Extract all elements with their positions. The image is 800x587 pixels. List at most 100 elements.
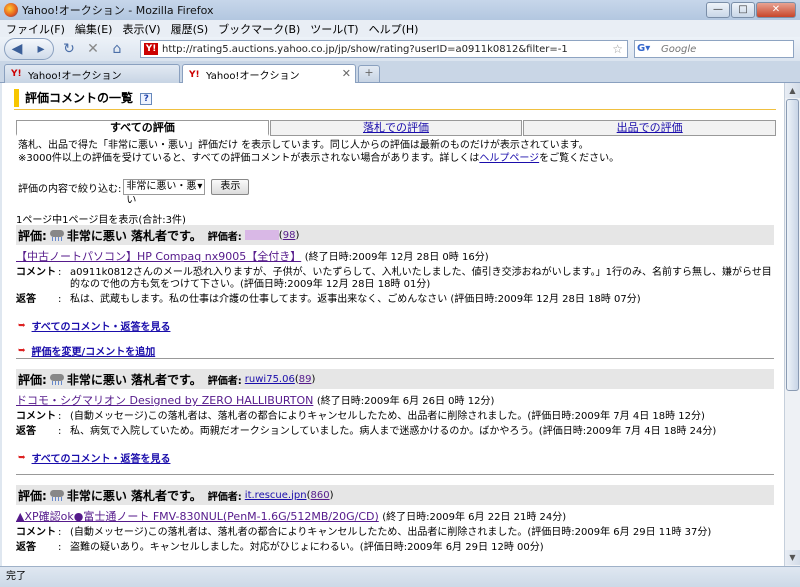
filter-row: 評価の内容で絞り込む: 非常に悪い・悪い 表示 xyxy=(18,179,250,206)
show-button[interactable]: 表示 xyxy=(211,179,250,195)
entry-divider xyxy=(16,358,774,359)
tab-seller-ratings[interactable]: 出品での評価 xyxy=(523,120,777,136)
tab-close-icon[interactable]: ✕ xyxy=(342,67,351,80)
comment-row: コメント: a0911k0812さんのメール恐れ入りますが、子供が、いたずらして… xyxy=(16,267,774,291)
notice-line-1: 落札、出品で得た「非常に悪い・悪い」評価だけ を表示しています。同じ人からの評価… xyxy=(18,140,589,151)
red-arrow-icon: ➥ xyxy=(18,452,26,463)
entry-header: 評価: 非常に悪い 落札者です。 評価者: it.rescue.jpn (860… xyxy=(16,485,774,505)
item-link[interactable]: 【中古ノートパソコン】HP Compaq nx9005【全付き】 xyxy=(16,250,301,263)
tab-label: Yahoo!オークション xyxy=(206,71,300,82)
bidder-link[interactable]: it.rescue.jpn xyxy=(245,490,307,501)
entry-header: 評価: 非常に悪い 落札者です。 評価者: (98) xyxy=(16,225,774,245)
bidder-count-link[interactable]: 860 xyxy=(310,490,329,501)
help-icon[interactable]: ? xyxy=(140,92,153,105)
google-search-icon[interactable]: G▾ xyxy=(637,43,651,55)
menu-tools[interactable]: ツール(T) xyxy=(310,21,358,37)
notice-text: 落札、出品で得た「非常に悪い・悪い」評価だけ を表示しています。同じ人からの評価… xyxy=(18,139,778,165)
rating-filter-tabs: すべての評価 落札での評価 出品での評価 xyxy=(16,120,777,136)
reply-text: 私、病気で入院していため。両親だオークションしていました。病人まで迷惑かけるのか… xyxy=(70,426,717,437)
tab-bidder-ratings[interactable]: 落札での評価 xyxy=(269,120,523,136)
yahoo-favicon-icon: Y! xyxy=(189,69,200,80)
rating-entry: 評価: 非常に悪い 落札者です。 評価者: it.rescue.jpn (860… xyxy=(16,485,774,554)
entry-item: ▲XP確認ok●富士通ノート FMV-830NUL(PenM-1.6G/512M… xyxy=(16,508,774,524)
filter-select[interactable]: 非常に悪い・悪い xyxy=(123,179,206,206)
url-bar[interactable]: Y! http://rating5.auctions.yahoo.co.jp/j… xyxy=(140,40,628,58)
bidder-count-link[interactable]: 98 xyxy=(283,230,296,241)
menu-bookmarks[interactable]: ブックマーク(B) xyxy=(218,21,300,37)
change-rating-link[interactable]: 評価を変更/コメントを追加 xyxy=(32,343,156,358)
notice-line-2: ※3000件以上の評価を受けていると、すべての評価コメントが表示されない場合があ… xyxy=(18,153,620,164)
filter-label: 評価の内容で絞り込む: xyxy=(18,183,122,195)
bidder-count: (89) xyxy=(294,373,316,385)
firefox-logo-icon xyxy=(4,3,18,17)
item-link[interactable]: ▲XP確認ok●富士通ノート FMV-830NUL(PenM-1.6G/512M… xyxy=(16,510,379,523)
back-arrow-icon[interactable]: ◀ xyxy=(5,41,29,57)
end-time: (終了日時:2009年 6月 26日 0時 12分) xyxy=(316,396,495,407)
red-arrow-icon: ➥ xyxy=(18,320,26,331)
tab-yahoo-auction-1[interactable]: Y! Yahoo!オークション xyxy=(4,64,180,83)
menu-view[interactable]: 表示(V) xyxy=(122,21,160,37)
rating-text: 非常に悪い 落札者です。 xyxy=(66,228,202,243)
scroll-up-arrow-icon[interactable]: ▲ xyxy=(785,83,800,98)
scrollbar-thumb[interactable] xyxy=(786,99,799,391)
help-page-link[interactable]: ヘルプページ xyxy=(479,153,539,164)
item-link[interactable]: ドコモ・シグマリオン Designed by ZERO HALLIBURTON xyxy=(16,394,313,407)
url-text[interactable]: http://rating5.auctions.yahoo.co.jp/jp/s… xyxy=(162,44,612,55)
reply-row: 返答: 私、病気で入院していため。両親だオークションしていました。病人まで迷惑か… xyxy=(16,426,774,438)
menu-help[interactable]: ヘルプ(H) xyxy=(369,21,419,37)
bidder-count: (860) xyxy=(306,489,334,501)
minimize-button[interactable]: — xyxy=(706,2,730,18)
reply-text: 私は、武蔵もします。私の仕事は介護の仕事してます。返事出来なく、ごめんなさい (… xyxy=(70,294,641,305)
stop-icon[interactable]: ✕ xyxy=(82,39,104,59)
rain-cloud-icon xyxy=(49,489,65,501)
search-bar[interactable]: G▾ xyxy=(634,40,794,58)
page-heading: 評価コメントの一覧 xyxy=(25,91,134,105)
bidder-link[interactable]: ruwi75.06 xyxy=(245,374,295,385)
menu-bar: ファイル(F) 編集(E) 表示(V) 履歴(S) ブックマーク(B) ツール(… xyxy=(0,20,800,37)
entry-item: ドコモ・シグマリオン Designed by ZERO HALLIBURTON … xyxy=(16,392,774,408)
rain-cloud-icon xyxy=(49,373,65,385)
comment-text: (自動メッセージ)この落札者は、落札者の都合によりキャンセルしたため、出品者に削… xyxy=(70,527,712,538)
all-comments-row: ➥ すべてのコメント・返答を見る xyxy=(16,450,774,466)
comment-row: コメント: (自動メッセージ)この落札者は、落札者の都合によりキャンセルしたため… xyxy=(16,411,774,423)
scroll-down-arrow-icon[interactable]: ▼ xyxy=(785,550,800,565)
page-content: 評価コメントの一覧 ? すべての評価 落札での評価 出品での評価 落札、出品で得… xyxy=(2,83,784,566)
search-input[interactable] xyxy=(661,43,771,55)
maximize-button[interactable]: □ xyxy=(731,2,755,18)
menu-history[interactable]: 履歴(S) xyxy=(171,21,209,37)
tab-yahoo-auction-2[interactable]: Y! Yahoo!オークション ✕ xyxy=(182,64,356,84)
yahoo-favicon-icon: Y! xyxy=(11,69,22,79)
all-comments-link[interactable]: すべてのコメント・返答を見る xyxy=(32,450,171,465)
bidder-count-link[interactable]: 89 xyxy=(299,374,312,385)
new-tab-button[interactable]: + xyxy=(358,65,380,82)
reply-row: 返答: 私は、武蔵もします。私の仕事は介護の仕事してます。返事出来なく、ごめんな… xyxy=(16,294,774,306)
menu-edit[interactable]: 編集(E) xyxy=(75,21,113,37)
close-window-button[interactable]: ✕ xyxy=(756,2,796,18)
entry-divider xyxy=(16,474,774,475)
tab-all-ratings[interactable]: すべての評価 xyxy=(16,120,269,136)
comment-row: コメント: (自動メッセージ)この落札者は、落札者の都合によりキャンセルしたため… xyxy=(16,527,774,539)
status-bar: 完了 xyxy=(0,566,800,587)
bookmark-star-icon[interactable]: ☆ xyxy=(612,42,623,56)
back-forward-group: ◀ ▸ xyxy=(4,38,54,60)
window-controls: — □ ✕ xyxy=(706,2,796,18)
rating-entry: 評価: 非常に悪い 落札者です。 評価者: ruwi75.06 (89) ドコモ… xyxy=(16,369,774,465)
bidder-link[interactable] xyxy=(244,230,279,240)
menu-file[interactable]: ファイル(F) xyxy=(6,21,65,37)
comment-text: a0911k0812さんのメール恐れ入りますが、子供が、いたずらして、入札いたし… xyxy=(70,267,772,290)
vertical-scrollbar[interactable]: ▲ ▼ xyxy=(784,83,800,566)
window-titlebar: Yahoo!オークション - Mozilla Firefox — □ ✕ xyxy=(0,0,800,20)
window-title: Yahoo!オークション - Mozilla Firefox xyxy=(22,4,214,17)
forward-arrow-icon[interactable]: ▸ xyxy=(29,41,53,57)
reload-icon[interactable]: ↻ xyxy=(58,39,80,59)
tab-label: Yahoo!オークション xyxy=(28,70,122,82)
all-comments-link[interactable]: すべてのコメント・返答を見る xyxy=(32,318,171,333)
comment-text: (自動メッセージ)この落札者は、落札者の都合によりキャンセルしたため、出品者に削… xyxy=(70,411,705,422)
entry-item: 【中古ノートパソコン】HP Compaq nx9005【全付き】 (終了日時:2… xyxy=(16,248,774,264)
rating-text: 非常に悪い 落札者です。 xyxy=(66,372,202,387)
tab-strip: Y! Yahoo!オークション Y! Yahoo!オークション ✕ + xyxy=(0,61,800,84)
bidder-count: (98) xyxy=(278,229,300,241)
red-arrow-icon: ➥ xyxy=(18,345,26,356)
page-info: 1ページ中1ページ目を表示(合計:3件) xyxy=(16,215,186,226)
home-icon[interactable]: ⌂ xyxy=(106,39,128,59)
